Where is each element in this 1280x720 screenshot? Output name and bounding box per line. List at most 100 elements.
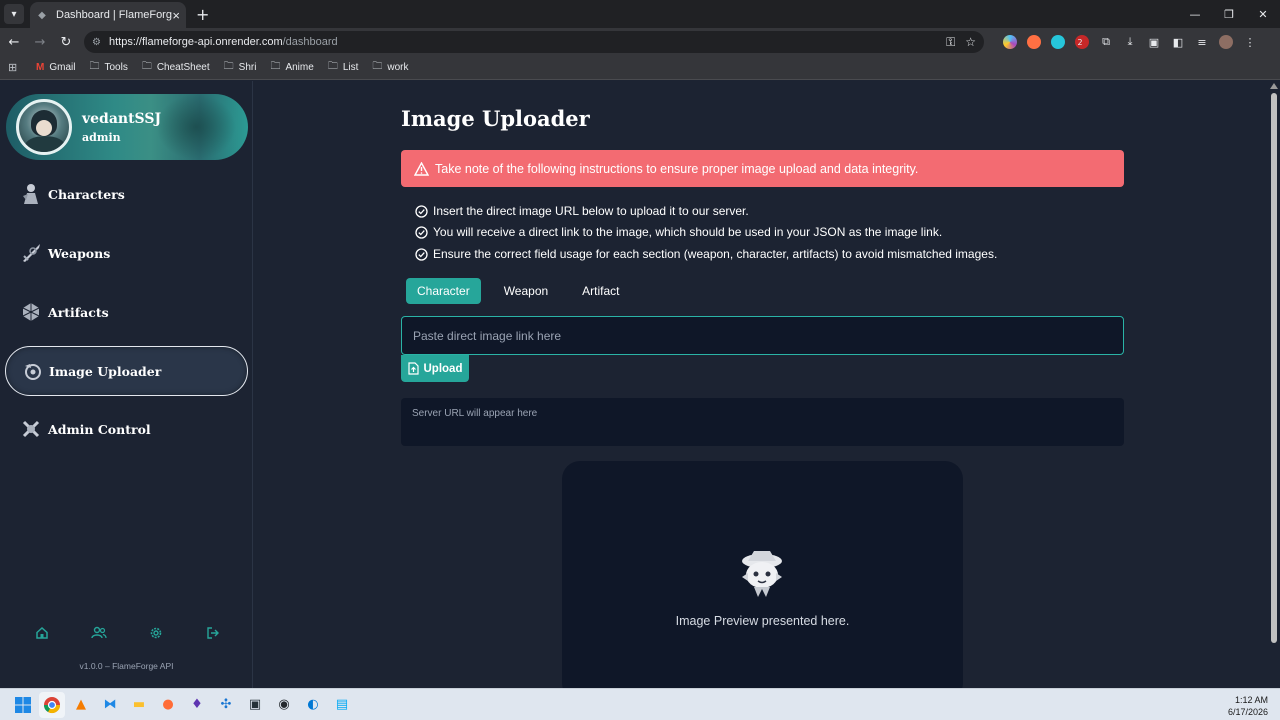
edge-taskbar-icon[interactable]: ◐ [300, 692, 326, 718]
check-circle-icon [414, 204, 428, 218]
bookmark-shri[interactable]: 🗀 Shri [224, 59, 257, 76]
file-upload-icon [408, 362, 420, 375]
type-tabs: Character Weapon Artifact [406, 278, 643, 304]
server-url-output: Server URL will appear here [401, 398, 1124, 446]
scroll-up-icon[interactable] [1270, 83, 1278, 89]
upload-button[interactable]: Upload [401, 355, 469, 382]
terminal-taskbar-icon[interactable]: ▣ [242, 692, 268, 718]
browser-menu-icon[interactable]: ⋮ [1238, 30, 1262, 54]
instruction-item: Insert the direct image URL below to upl… [414, 204, 749, 218]
url-text[interactable]: https://flameforge-api.onrender.com/dash… [109, 36, 936, 48]
sidebar-item-weapons[interactable]: Weapons [5, 228, 248, 278]
media-icon[interactable]: ≡ [1190, 30, 1214, 54]
tab-artifact[interactable]: Artifact [571, 278, 630, 304]
profile-avatar-icon[interactable] [1214, 30, 1238, 54]
window-controls: — ❐ ✕ [1178, 0, 1280, 28]
postman-taskbar-icon[interactable]: ● [155, 692, 181, 718]
tab-weapon[interactable]: Weapon [493, 278, 559, 304]
instruction-item: You will receive a direct link to the im… [414, 225, 942, 239]
main-content: Image Uploader Take note of the followin… [254, 81, 1268, 701]
sidebar-item-characters[interactable]: Characters [5, 169, 248, 219]
tab-title: Dashboard | FlameForge [56, 9, 173, 21]
tab-close-icon[interactable]: × [172, 8, 180, 23]
reload-icon[interactable]: ↻ [54, 30, 78, 54]
os-taskbar: ▲ ⧓ ▬ ● ♦ ✣ ▣ ◉ ◐ ▤ 1:12 AM 6/17/2026 [0, 688, 1280, 720]
folder-icon: 🗀 [327, 61, 338, 72]
screenshot-icon[interactable]: ▣ [1142, 30, 1166, 54]
sidepanel-icon[interactable]: ◧ [1166, 30, 1190, 54]
gear-icon[interactable] [144, 621, 168, 645]
file-explorer-taskbar-icon[interactable]: ▬ [126, 692, 152, 718]
browser-tab[interactable]: ◆ Dashboard | FlameForge × [30, 2, 186, 28]
notepad-taskbar-icon[interactable]: ▤ [329, 692, 355, 718]
site-info-icon[interactable]: ⚙ [92, 37, 101, 48]
address-bar[interactable]: ⚙ https://flameforge-api.onrender.com/da… [84, 31, 984, 53]
sword-icon [18, 240, 44, 266]
check-circle-icon [414, 247, 428, 261]
instruction-item: Ensure the correct field usage for each … [414, 247, 997, 261]
windows-start-icon[interactable] [10, 692, 36, 718]
folder-icon: 🗀 [141, 61, 152, 72]
mascot-placeholder-icon [742, 551, 782, 597]
bookmark-cheatsheet[interactable]: 🗀 CheatSheet [142, 59, 210, 76]
profile-role: admin [82, 131, 121, 144]
sidebar-item-admin-control[interactable]: Admin Control [5, 404, 248, 454]
scrollbar-thumb[interactable] [1271, 93, 1277, 643]
extension-color-icon[interactable] [998, 30, 1022, 54]
restore-icon[interactable]: ❐ [1212, 0, 1246, 28]
address-toolbar: ← → ↻ ⚙ https://flameforge-api.onrender.… [0, 28, 1280, 56]
extension-badge-icon[interactable]: 2 [1070, 30, 1094, 54]
check-circle-icon [414, 225, 428, 239]
tab-search-icon[interactable]: ▾ [4, 4, 24, 24]
vscode-taskbar-icon[interactable]: ⧓ [97, 692, 123, 718]
github-taskbar-icon[interactable]: ◉ [271, 692, 297, 718]
bookmark-list[interactable]: 🗀 List [328, 59, 359, 76]
dev-tool-taskbar-icon[interactable]: ✣ [213, 692, 239, 718]
sidebar-item-label: Artifacts [48, 304, 109, 320]
admin-icon [18, 416, 44, 442]
extension-teal-icon[interactable] [1046, 30, 1070, 54]
sidebar-bottom-actions [30, 621, 225, 645]
extensions-puzzle-icon[interactable]: ⧉ [1094, 30, 1118, 54]
alert-text: Take note of the following instructions … [435, 161, 919, 176]
password-key-icon[interactable]: ⚿ [946, 35, 955, 50]
back-icon[interactable]: ← [2, 30, 26, 54]
bookmarks-bar: ⊞ M Gmail 🗀 Tools 🗀 CheatSheet 🗀 Shri 🗀 Anime… [0, 56, 1280, 80]
sidebar-item-image-uploader[interactable]: Image Uploader [5, 346, 248, 396]
logout-icon[interactable] [201, 621, 225, 645]
window-close-icon[interactable]: ✕ [1246, 0, 1280, 28]
users-icon[interactable] [87, 621, 111, 645]
image-url-input[interactable] [401, 316, 1124, 355]
sidebar-item-label: Image Uploader [49, 363, 162, 379]
tab-character[interactable]: Character [406, 278, 481, 304]
profile-card[interactable]: vedantSSJ admin [6, 94, 248, 160]
bookmark-anime[interactable]: 🗀 Anime [270, 59, 313, 76]
new-tab-icon[interactable]: + [196, 5, 209, 24]
chrome-taskbar-icon[interactable] [39, 691, 65, 718]
folder-icon: 🗀 [270, 61, 281, 72]
bookmark-work[interactable]: 🗀 work [372, 59, 408, 76]
app-taskbar-icon[interactable]: ♦ [184, 692, 210, 718]
artifact-icon [18, 299, 44, 325]
vlc-taskbar-icon[interactable]: ▲ [68, 692, 94, 718]
character-icon [18, 181, 44, 207]
bookmark-star-icon[interactable]: ☆ [965, 35, 976, 49]
preview-caption: Image Preview presented here. [675, 614, 850, 628]
download-icon[interactable]: ⤓ [1118, 30, 1142, 54]
bookmark-gmail[interactable]: M Gmail [36, 62, 75, 73]
minimize-icon[interactable]: — [1178, 0, 1212, 28]
uploader-icon [19, 358, 45, 384]
home-icon[interactable] [30, 621, 54, 645]
image-preview-panel: Image Preview presented here. [562, 461, 963, 701]
folder-icon: 🗀 [372, 61, 383, 72]
gmail-icon: M [36, 62, 45, 73]
sidebar-item-artifacts[interactable]: Artifacts [5, 287, 248, 337]
extension-fox-icon[interactable] [1022, 30, 1046, 54]
forward-icon[interactable]: → [28, 30, 52, 54]
system-clock[interactable]: 1:12 AM 6/17/2026 [1228, 694, 1268, 718]
bookmark-tools[interactable]: 🗀 Tools [89, 59, 127, 76]
page-scrollbar[interactable] [1268, 81, 1280, 688]
page-title: Image Uploader [401, 106, 590, 131]
apps-grid-icon[interactable]: ⊞ [8, 61, 22, 74]
profile-username: vedantSSJ [82, 111, 162, 127]
